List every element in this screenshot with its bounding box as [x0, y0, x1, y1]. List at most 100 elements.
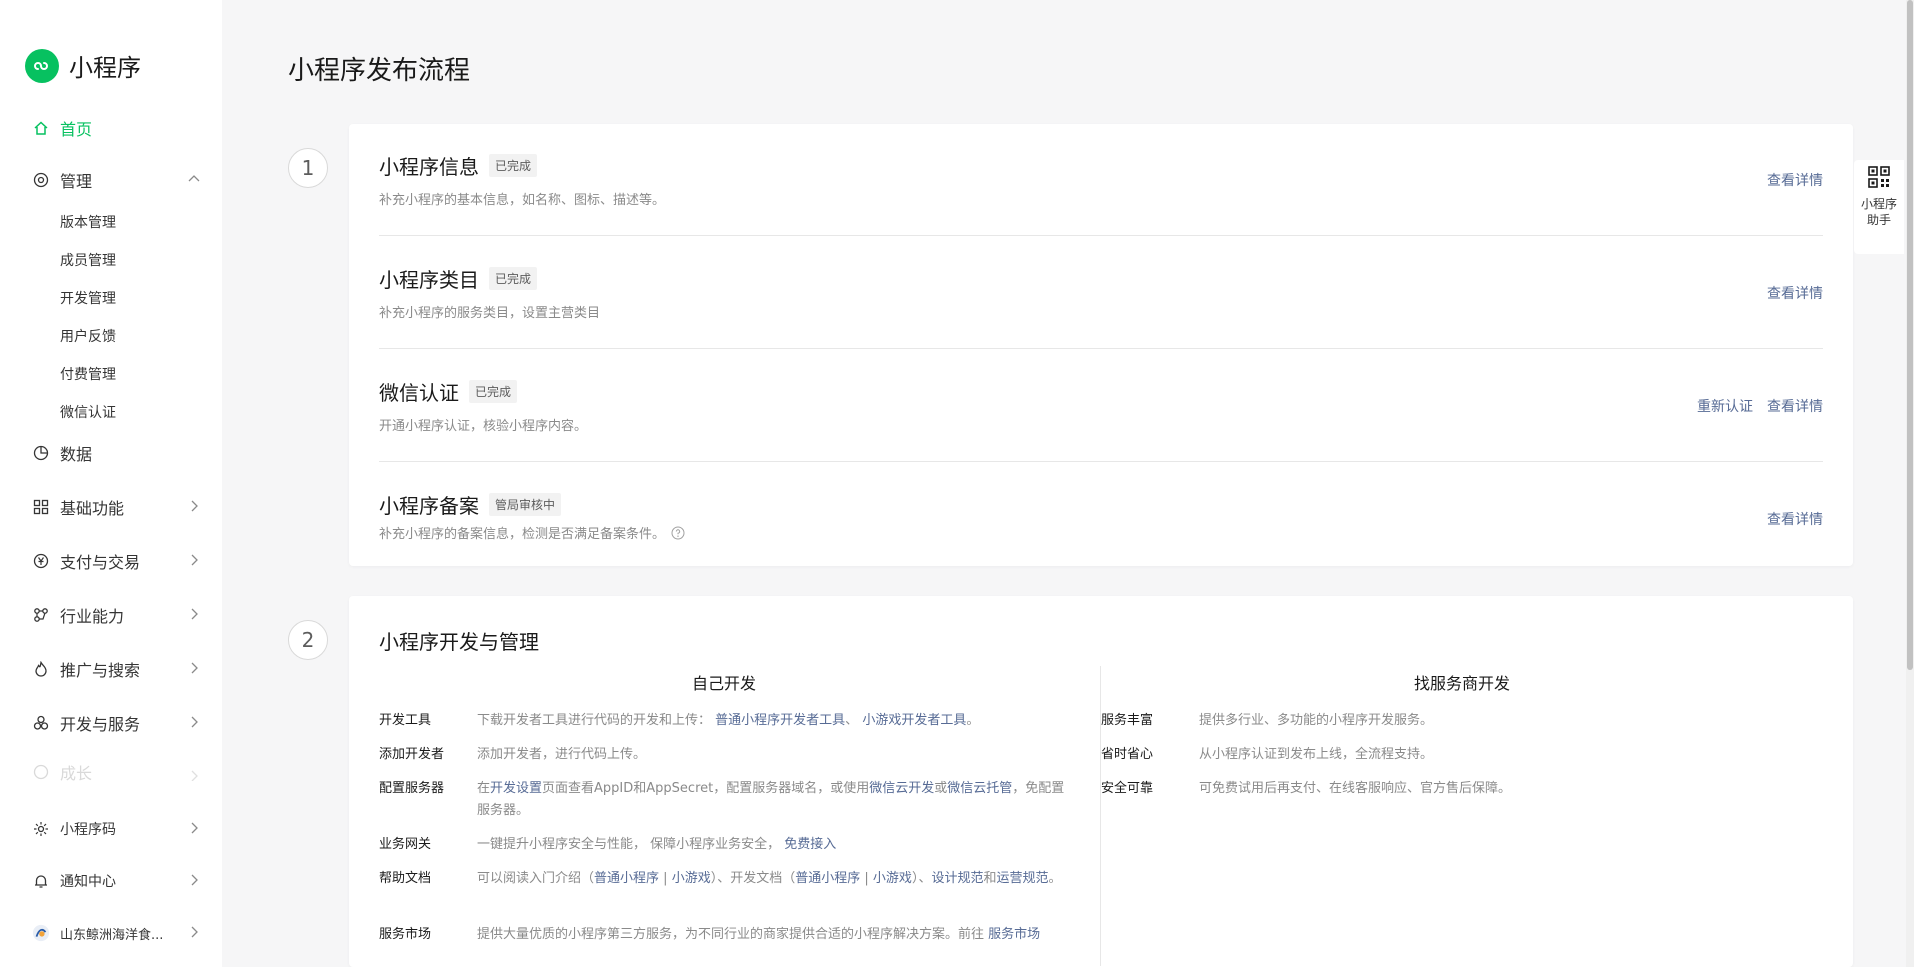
- kv-market: 服务市场 提供大量优质的小程序第三方服务，为不同行业的商家提供合适的小程序解决方…: [379, 927, 1041, 942]
- nav-devservice-label: 开发与服务: [60, 715, 141, 734]
- miniprogram-assistant-button[interactable]: 小程序助手: [1854, 160, 1904, 254]
- row-title: 小程序信息: [379, 155, 479, 179]
- game-dev-tool-link[interactable]: 小游戏开发者工具: [862, 713, 966, 728]
- nav-qrcode-label: 小程序码: [60, 822, 116, 838]
- doc-miniprogram-link[interactable]: 普通小程序: [795, 871, 860, 886]
- settings-icon: [32, 171, 50, 189]
- yuan-icon: [32, 552, 50, 570]
- page-title: 小程序发布流程: [288, 56, 471, 86]
- nav-account[interactable]: 山东鲸洲海洋食...: [32, 919, 202, 947]
- nav-data[interactable]: 数据: [32, 439, 202, 467]
- nav-industry[interactable]: 行业能力: [32, 601, 202, 629]
- flame-icon: [32, 660, 50, 678]
- intro-game-link[interactable]: 小游戏: [672, 871, 711, 886]
- nav-notice[interactable]: 通知中心: [32, 867, 202, 895]
- status-badge: 已完成: [469, 380, 518, 403]
- nav-sub-verify[interactable]: 微信认证: [60, 402, 116, 422]
- cluster-icon: [32, 714, 50, 732]
- help-icon[interactable]: [671, 526, 685, 540]
- self-develop-column: 自己开发 开发工具 下载开发者工具进行代码的开发和上传： 普通小程序开发者工具、…: [379, 666, 1069, 942]
- chevron-right-icon: [191, 554, 198, 566]
- row-desc: 补充小程序的基本信息，如名称、图标、描述等。: [379, 193, 666, 208]
- nav-sub-feedback[interactable]: 用户反馈: [60, 326, 116, 346]
- design-guide-link[interactable]: 设计规范: [931, 871, 983, 886]
- dev-settings-link[interactable]: 开发设置: [490, 781, 542, 796]
- home-icon: [32, 119, 50, 137]
- kv-server: 配置服务器 在开发设置页面查看AppID和AppSecret，配置服务器域名，或…: [379, 781, 1065, 818]
- nav-sub-payment[interactable]: 付费管理: [60, 364, 116, 384]
- qrcode-icon: [1868, 166, 1890, 188]
- kv-save-time: 省时省心 从小程序认证到发布上线，全流程支持。: [1101, 747, 1434, 762]
- brand-name: 小程序: [69, 54, 141, 82]
- row-desc: 补充小程序的服务类目，设置主营类目: [379, 306, 601, 321]
- service-market-link[interactable]: 服务市场: [988, 927, 1040, 942]
- column-heading: 找服务商开发: [1413, 674, 1510, 693]
- status-badge: 已完成: [489, 267, 538, 290]
- nav-notice-label: 通知中心: [60, 874, 116, 890]
- step-number-1: 1: [288, 148, 328, 188]
- bell-icon: [32, 872, 50, 890]
- doc-game-link[interactable]: 小游戏: [873, 871, 912, 886]
- nav-pay[interactable]: 支付与交易: [32, 547, 202, 575]
- kv-dev-tools: 开发工具 下载开发者工具进行代码的开发和上传： 普通小程序开发者工具、 小游戏开…: [379, 713, 980, 728]
- nav-qrcode[interactable]: 小程序码: [32, 815, 202, 843]
- view-details-link[interactable]: 查看详情: [1767, 170, 1823, 190]
- brand[interactable]: 小程序: [25, 48, 141, 83]
- view-details-link[interactable]: 查看详情: [1767, 283, 1823, 303]
- nav-devservice[interactable]: 开发与服务: [32, 709, 202, 737]
- nav-sub-dev[interactable]: 开发管理: [60, 288, 116, 308]
- step2-card: 小程序开发与管理 自己开发 开发工具 下载开发者工具进行代码的开发和上传： 普通…: [349, 596, 1853, 967]
- chevron-up-icon: [188, 175, 200, 182]
- step-number-2: 2: [288, 620, 328, 660]
- chevron-right-icon: [191, 608, 198, 620]
- pie-chart-icon: [32, 444, 50, 462]
- chevron-right-icon: [191, 822, 198, 834]
- nav-basic[interactable]: 基础功能: [32, 493, 202, 521]
- nav-sub-version[interactable]: 版本管理: [60, 212, 116, 232]
- miniprogram-logo-icon: [25, 48, 59, 83]
- provider-develop-column: 找服务商开发 服务丰富 提供多行业、多功能的小程序开发服务。 省时省心 从小程序…: [1101, 666, 1823, 796]
- cloud-dev-link[interactable]: 微信云开发: [869, 781, 934, 796]
- reverify-link[interactable]: 重新认证: [1697, 396, 1753, 416]
- nav-pay-label: 支付与交易: [60, 553, 141, 572]
- row-desc: 开通小程序认证，核验小程序内容。: [379, 419, 588, 434]
- view-details-link[interactable]: 查看详情: [1767, 396, 1823, 416]
- nav-home[interactable]: 首页: [32, 114, 202, 142]
- view-details-link[interactable]: 查看详情: [1767, 509, 1823, 529]
- nav-growth-label: 成长: [60, 764, 93, 781]
- status-badge: 已完成: [489, 154, 538, 177]
- sparkle-icon: [32, 820, 50, 838]
- status-badge: 管局审核中: [489, 493, 562, 516]
- kv-reliable: 安全可靠 可免费试用后再支付、在线客服响应、官方售后保障。: [1101, 781, 1512, 796]
- free-access-link[interactable]: 免费接入: [784, 837, 836, 852]
- nav-home-label: 首页: [60, 120, 93, 139]
- grid-icon: [32, 498, 50, 516]
- ops-guide-link[interactable]: 运营规范: [996, 871, 1048, 886]
- chevron-right-icon: [191, 500, 198, 512]
- dev-tool-link[interactable]: 普通小程序开发者工具: [715, 713, 845, 728]
- row-filing: 小程序备案 管局审核中 补充小程序的备案信息，检测是否满足备案条件。 查看详情: [379, 463, 1823, 566]
- kv-add-developer: 添加开发者 添加开发者，进行代码上传。: [379, 747, 647, 762]
- nav-basic-label: 基础功能: [60, 499, 125, 518]
- nav-promote-label: 推广与搜索: [60, 661, 141, 680]
- intro-miniprogram-link[interactable]: 普通小程序: [594, 871, 659, 886]
- chevron-right-icon: [191, 716, 198, 728]
- nav-manage[interactable]: 管理: [32, 166, 202, 194]
- chevron-right-icon: [191, 874, 198, 886]
- row-title: 微信认证: [379, 381, 459, 405]
- row-title: 小程序备案: [379, 494, 479, 518]
- assistant-label: 小程序助手: [1860, 197, 1897, 227]
- nav-data-label: 数据: [60, 445, 93, 464]
- cloud-hosting-link[interactable]: 微信云托管: [947, 781, 1012, 796]
- row-title: 小程序类目: [379, 268, 479, 292]
- nav-account-label: 山东鲸洲海洋食...: [60, 927, 164, 943]
- nav-promote[interactable]: 推广与搜索: [32, 655, 202, 683]
- row-wechat-verify: 微信认证 已完成 开通小程序认证，核验小程序内容。 重新认证 查看详情: [379, 350, 1823, 462]
- scrollbar-thumb[interactable]: [1907, 0, 1913, 670]
- nav-sub-members[interactable]: 成员管理: [60, 250, 116, 270]
- avatar: [32, 924, 50, 942]
- column-heading: 自己开发: [691, 674, 756, 693]
- row-category: 小程序类目 已完成 补充小程序的服务类目，设置主营类目 查看详情: [379, 237, 1823, 349]
- nav-industry-label: 行业能力: [60, 607, 125, 626]
- nav-growth[interactable]: 成长: [32, 763, 202, 781]
